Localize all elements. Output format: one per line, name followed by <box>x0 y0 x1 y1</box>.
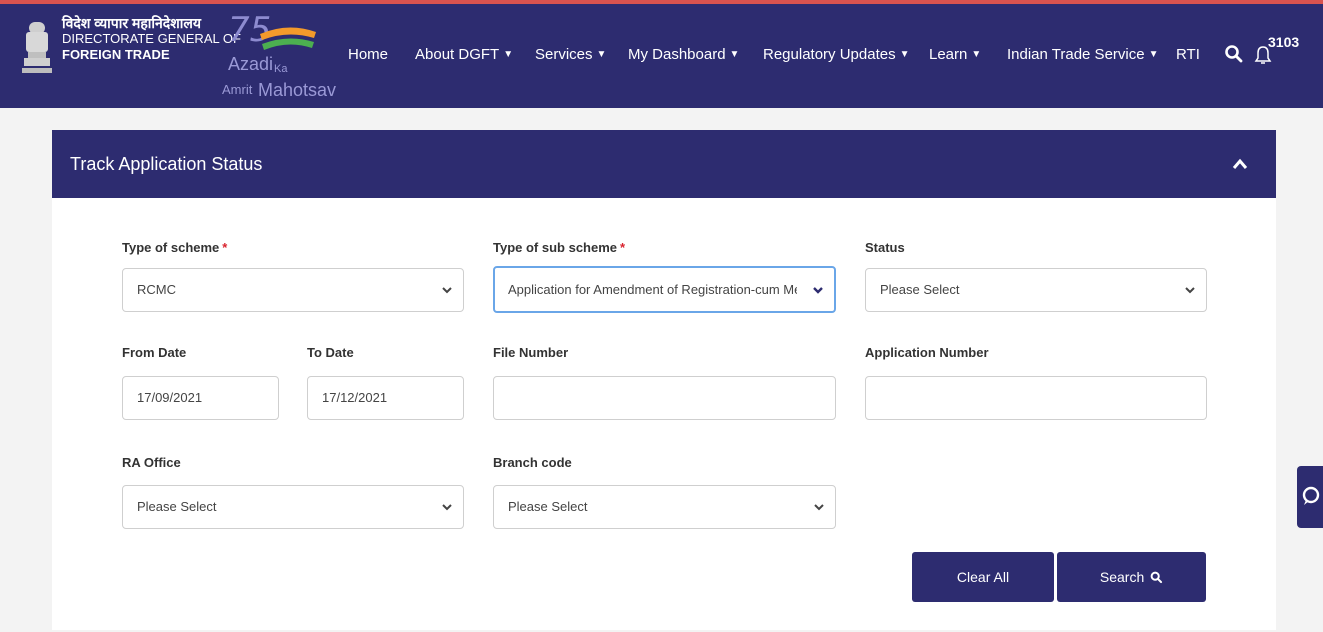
nav-home[interactable]: Home <box>348 46 388 63</box>
org-name-line1: DIRECTORATE GENERAL OF <box>62 31 241 46</box>
search-button-label: Search <box>1099 569 1145 585</box>
nav-my-dashboard[interactable]: My Dashboard ▼ <box>628 46 739 63</box>
site-header: विदेश व्यापार महानिदेशालय DIRECTORATE GE… <box>0 0 1323 108</box>
search-button[interactable]: Search <box>1057 552 1206 602</box>
branch-code-value: Please Select <box>508 499 588 514</box>
nav-rti[interactable]: RTI <box>1176 46 1200 63</box>
type-of-scheme-value: RCMC <box>137 282 176 297</box>
branch-code-label: Branch code <box>493 455 572 470</box>
type-of-sub-scheme-label-text: Type of sub scheme <box>493 240 618 255</box>
nav-regulatory-updates[interactable]: Regulatory Updates ▼ <box>763 46 909 63</box>
from-date-input[interactable]: 17/09/2021 <box>122 376 279 420</box>
from-date-label: From Date <box>122 345 187 360</box>
org-name-hindi: विदेश व्यापार महानिदेशालय <box>62 15 202 31</box>
branch-code-select[interactable]: Please Select <box>493 485 836 529</box>
nav-learn-label: Learn <box>929 46 968 63</box>
type-of-sub-scheme-label: Type of sub scheme * <box>493 240 625 255</box>
type-of-sub-scheme-select[interactable]: Application for Amendment of Registratio… <box>493 266 836 313</box>
application-number-input[interactable] <box>865 376 1207 420</box>
panel-title: Track Application Status <box>70 154 263 174</box>
application-number-label: Application Number <box>865 345 989 360</box>
search-icon <box>1150 571 1163 584</box>
nav-rti-label: RTI <box>1176 46 1200 63</box>
type-of-scheme-label: Type of scheme * <box>122 240 227 255</box>
nav-home-label: Home <box>348 46 389 63</box>
national-emblem-icon <box>22 22 52 73</box>
chevron-down-icon <box>813 287 823 294</box>
caret-down-icon: ▼ <box>596 49 607 60</box>
nav-services[interactable]: Services ▼ <box>535 46 606 63</box>
caret-down-icon: ▼ <box>971 49 982 60</box>
nav-indian-trade-service-label: Indian Trade Service <box>1007 46 1145 63</box>
clear-all-button[interactable]: Clear All <box>912 552 1054 602</box>
chevron-down-icon <box>814 504 824 511</box>
track-application-panel: Track Application Status Type of scheme *… <box>52 130 1276 630</box>
to-date-label: To Date <box>307 345 354 360</box>
type-of-scheme-select[interactable]: RCMC <box>122 268 464 312</box>
azadi-ka-amrit-mahotsav-logo: 75 Azadi Ka Amrit Mahotsav <box>222 10 337 104</box>
caret-down-icon: ▼ <box>503 49 514 60</box>
type-of-sub-scheme-value: Application for Amendment of Registratio… <box>508 282 797 297</box>
org-name-line2: FOREIGN TRADE <box>62 47 170 62</box>
ra-office-label: RA Office <box>122 455 181 470</box>
ra-office-select[interactable]: Please Select <box>122 485 464 529</box>
site-brand[interactable]: विदेश व्यापार महानिदेशालय DIRECTORATE GE… <box>62 15 241 63</box>
nav-about-dgft-label: About DGFT <box>415 46 500 63</box>
logo-amrit: Amrit <box>222 82 253 97</box>
required-marker: * <box>620 240 626 255</box>
to-date-value: 17/12/2021 <box>322 390 388 405</box>
chevron-down-icon <box>1185 287 1195 294</box>
status-label: Status <box>865 240 905 255</box>
tricolor-flag-icon <box>260 27 316 50</box>
caret-down-icon: ▼ <box>1148 49 1159 60</box>
chevron-down-icon <box>442 504 452 511</box>
panel-header[interactable]: Track Application Status <box>52 130 1276 198</box>
clear-all-label: Clear All <box>956 569 1010 585</box>
required-marker: * <box>222 240 228 255</box>
chevron-up-icon[interactable] <box>1232 158 1248 170</box>
ra-office-value: Please Select <box>137 499 217 514</box>
nav-about-dgft[interactable]: About DGFT ▼ <box>415 46 513 63</box>
nav-regulatory-updates-label: Regulatory Updates <box>763 46 896 63</box>
chat-widget-tab[interactable] <box>1297 466 1323 528</box>
notification-count: 3103 <box>1268 34 1300 50</box>
caret-down-icon: ▼ <box>729 49 740 60</box>
nav-services-label: Services <box>535 46 593 63</box>
status-value: Please Select <box>880 282 960 297</box>
nav-learn[interactable]: Learn ▼ <box>929 46 981 63</box>
file-number-input[interactable] <box>493 376 836 420</box>
search-icon[interactable] <box>1224 44 1244 64</box>
logo-ka: Ka <box>274 63 288 75</box>
from-date-value: 17/09/2021 <box>137 390 203 405</box>
to-date-input[interactable]: 17/12/2021 <box>307 376 464 420</box>
nav-my-dashboard-label: My Dashboard <box>628 46 726 63</box>
status-select[interactable]: Please Select <box>865 268 1207 312</box>
nav-indian-trade-service[interactable]: Indian Trade Service ▼ <box>1007 46 1158 63</box>
logo-mahotsav: Mahotsav <box>258 80 337 100</box>
chat-bubble-icon <box>1302 486 1320 505</box>
caret-down-icon: ▼ <box>899 49 910 60</box>
file-number-label: File Number <box>493 345 569 360</box>
logo-azadi: Azadi <box>228 54 274 74</box>
chevron-down-icon <box>442 287 452 294</box>
type-of-scheme-label-text: Type of scheme <box>122 240 220 255</box>
